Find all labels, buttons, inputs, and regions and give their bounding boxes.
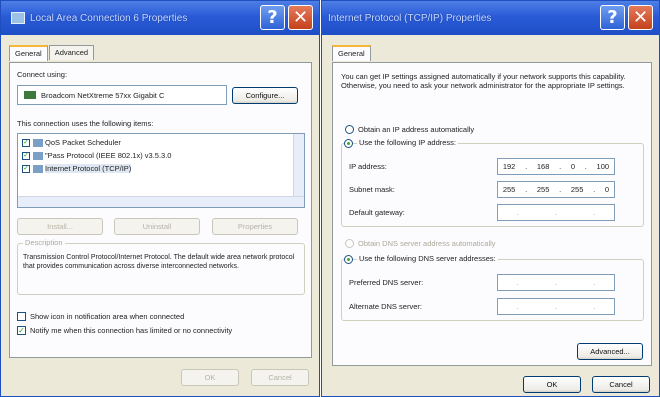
- close-button[interactable]: ✕: [288, 5, 313, 30]
- help-button[interactable]: ?: [600, 5, 625, 30]
- intro-text: You can get IP settings assigned automat…: [341, 72, 626, 90]
- default-gateway-input[interactable]: ...: [497, 204, 615, 221]
- ok-button[interactable]: OK: [181, 369, 239, 386]
- vertical-scrollbar[interactable]: [293, 134, 304, 196]
- use-dns-radio[interactable]: [344, 255, 353, 264]
- tab-general[interactable]: General: [9, 45, 48, 61]
- general-tab-panel: You can get IP settings assigned automat…: [332, 62, 652, 366]
- show-icon-checkbox[interactable]: [17, 312, 26, 321]
- dns-group: Use the following DNS server addresses: …: [341, 254, 644, 321]
- adapter-field: Broadcom NetXtreme 57xx Gigabit C: [17, 85, 227, 105]
- advanced-button[interactable]: Advanced...: [577, 343, 643, 360]
- obtain-dns-radio[interactable]: [345, 239, 354, 248]
- description-group: Description Transmission Control Protoco…: [17, 238, 305, 295]
- properties-button[interactable]: Properties: [212, 218, 298, 235]
- local-area-connection-properties-window: Local Area Connection 6 Properties ? ✕ G…: [0, 0, 320, 397]
- uninstall-button[interactable]: Uninstall: [114, 218, 200, 235]
- preferred-dns-input[interactable]: ...: [497, 274, 615, 291]
- preferred-dns-label: Preferred DNS server:: [349, 278, 424, 287]
- scheduler-icon: [33, 138, 43, 147]
- items-label: This connection uses the following items…: [17, 119, 154, 128]
- alternate-dns-label: Alternate DNS server:: [349, 302, 422, 311]
- cancel-button[interactable]: Cancel: [592, 376, 650, 393]
- ok-button[interactable]: OK: [523, 376, 581, 393]
- notify-label: Notify me when this connection has limit…: [30, 326, 233, 335]
- use-dns-label: Use the following DNS server addresses:: [357, 254, 498, 263]
- description-title: Description: [23, 238, 65, 247]
- show-icon-label: Show icon in notification area when conn…: [30, 312, 185, 321]
- horizontal-scrollbar[interactable]: [18, 196, 304, 207]
- obtain-ip-label: Obtain an IP address automatically: [358, 125, 475, 134]
- components-list[interactable]: ✓ QoS Packet Scheduler ✓ "Pass Protocol …: [17, 133, 305, 208]
- adapter-name: Broadcom NetXtreme 57xx Gigabit C: [41, 90, 165, 100]
- subnet-mask-label: Subnet mask:: [349, 185, 395, 194]
- help-button[interactable]: ?: [260, 5, 285, 30]
- obtain-dns-label: Obtain DNS server address automatically: [358, 239, 496, 248]
- title-bar[interactable]: Internet Protocol (TCP/IP) Properties ? …: [322, 1, 659, 35]
- protocol-icon: [33, 164, 43, 173]
- checkbox-icon[interactable]: ✓: [22, 151, 30, 160]
- general-tab-panel: Connect using: Broadcom NetXtreme 57xx G…: [9, 62, 312, 358]
- notify-checkbox[interactable]: ✓: [17, 326, 26, 335]
- ip-address-label: IP address:: [349, 162, 387, 171]
- title-bar[interactable]: Local Area Connection 6 Properties ? ✕: [1, 1, 319, 35]
- window-title: Internet Protocol (TCP/IP) Properties: [328, 12, 492, 24]
- checkbox-icon[interactable]: ✓: [22, 164, 30, 173]
- default-gateway-label: Default gateway:: [349, 208, 405, 217]
- close-button[interactable]: ✕: [628, 5, 653, 30]
- use-ip-label: Use the following IP address:: [357, 138, 458, 147]
- checkbox-icon[interactable]: ✓: [22, 138, 30, 147]
- network-connection-icon: [11, 12, 25, 24]
- tab-advanced[interactable]: Advanced: [48, 45, 95, 60]
- list-item[interactable]: ✓ "Pass Protocol (IEEE 802.1x) v3.5.3.0: [22, 151, 171, 160]
- tab-general[interactable]: General: [332, 45, 371, 61]
- protocol-icon: [33, 151, 43, 160]
- description-text: Transmission Control Protocol/Internet P…: [23, 254, 295, 270]
- alternate-dns-input[interactable]: ...: [497, 298, 615, 315]
- ip-address-input[interactable]: 192. 168. 0. 100: [497, 158, 615, 175]
- install-button[interactable]: Install...: [17, 218, 103, 235]
- list-item[interactable]: ✓ Internet Protocol (TCP/IP): [22, 164, 132, 173]
- cancel-button[interactable]: Cancel: [251, 369, 309, 386]
- tcpip-properties-window: Internet Protocol (TCP/IP) Properties ? …: [321, 0, 660, 397]
- configure-button[interactable]: Configure...: [232, 87, 298, 104]
- use-ip-radio[interactable]: [344, 139, 353, 148]
- window-title: Local Area Connection 6 Properties: [30, 12, 188, 24]
- subnet-mask-input[interactable]: 255. 255. 255. 0: [497, 181, 615, 198]
- ip-address-group: Use the following IP address: IP address…: [341, 138, 644, 227]
- list-item[interactable]: ✓ QoS Packet Scheduler: [22, 138, 121, 147]
- connect-using-label: Connect using:: [17, 70, 68, 79]
- network-adapter-icon: [24, 91, 36, 99]
- obtain-ip-radio[interactable]: [345, 125, 354, 134]
